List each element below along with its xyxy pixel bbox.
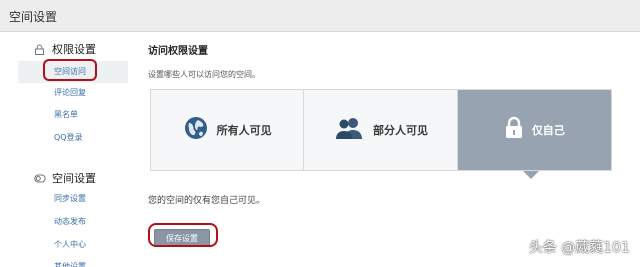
sidebar-item-other[interactable]: 其他设置 [54,261,86,267]
main-panel: 访问权限设置 设置哪些人可以访问您的空间。 所有人可见 部分人可见 仅自己 您的… [148,33,618,267]
toggle-icon [34,173,46,187]
sidebar-section-permissions: 权限设置 [34,41,96,58]
sidebar-item-personal-center[interactable]: 个人中心 [54,239,86,250]
sidebar-section-title: 权限设置 [52,43,96,56]
save-button[interactable]: 保存设置 [154,229,210,247]
sidebar: 权限设置 空间访问 评论回复 黑名单 QQ登录 空间设置 同步设置 动态发布 个… [0,33,130,267]
option-everyone-label: 所有人可见 [216,124,272,137]
sidebar-item-comment-reply[interactable]: 评论回复 [54,87,86,98]
sidebar-section-space: 空间设置 [34,170,96,187]
window-title: 空间设置 [9,10,58,24]
sidebar-item-blacklist[interactable]: 黑名单 [54,109,78,120]
visibility-options: 所有人可见 部分人可见 仅自己 [150,89,612,171]
window-titlebar: 空间设置 [0,0,640,32]
option-only-me-label: 仅自己 [531,124,565,137]
page-description: 设置哪些人可以访问您的空间。 [148,70,260,79]
visibility-status: 您的空间的仅有您自己可见。 [148,196,266,206]
selection-pointer [523,171,539,179]
globe-icon [183,115,209,145]
option-only-me[interactable]: 仅自己 [457,90,611,170]
page-title: 访问权限设置 [148,46,208,57]
sidebar-item-space-access[interactable]: 空间访问 [54,66,86,77]
sidebar-item-sync[interactable]: 同步设置 [54,193,86,204]
lock-icon [34,44,45,58]
option-some-people[interactable]: 部分人可见 [304,90,458,170]
watermark: 头条 @葳蕤101 [528,240,630,256]
option-everyone[interactable]: 所有人可见 [151,90,305,170]
sidebar-item-qq-login[interactable]: QQ登录 [54,132,83,143]
people-icon [333,115,365,145]
sidebar-item-feed-publish[interactable]: 动态发布 [54,216,86,227]
option-some-people-label: 部分人可见 [372,124,428,137]
lock-icon [504,116,524,144]
sidebar-section-title: 空间设置 [52,172,96,185]
